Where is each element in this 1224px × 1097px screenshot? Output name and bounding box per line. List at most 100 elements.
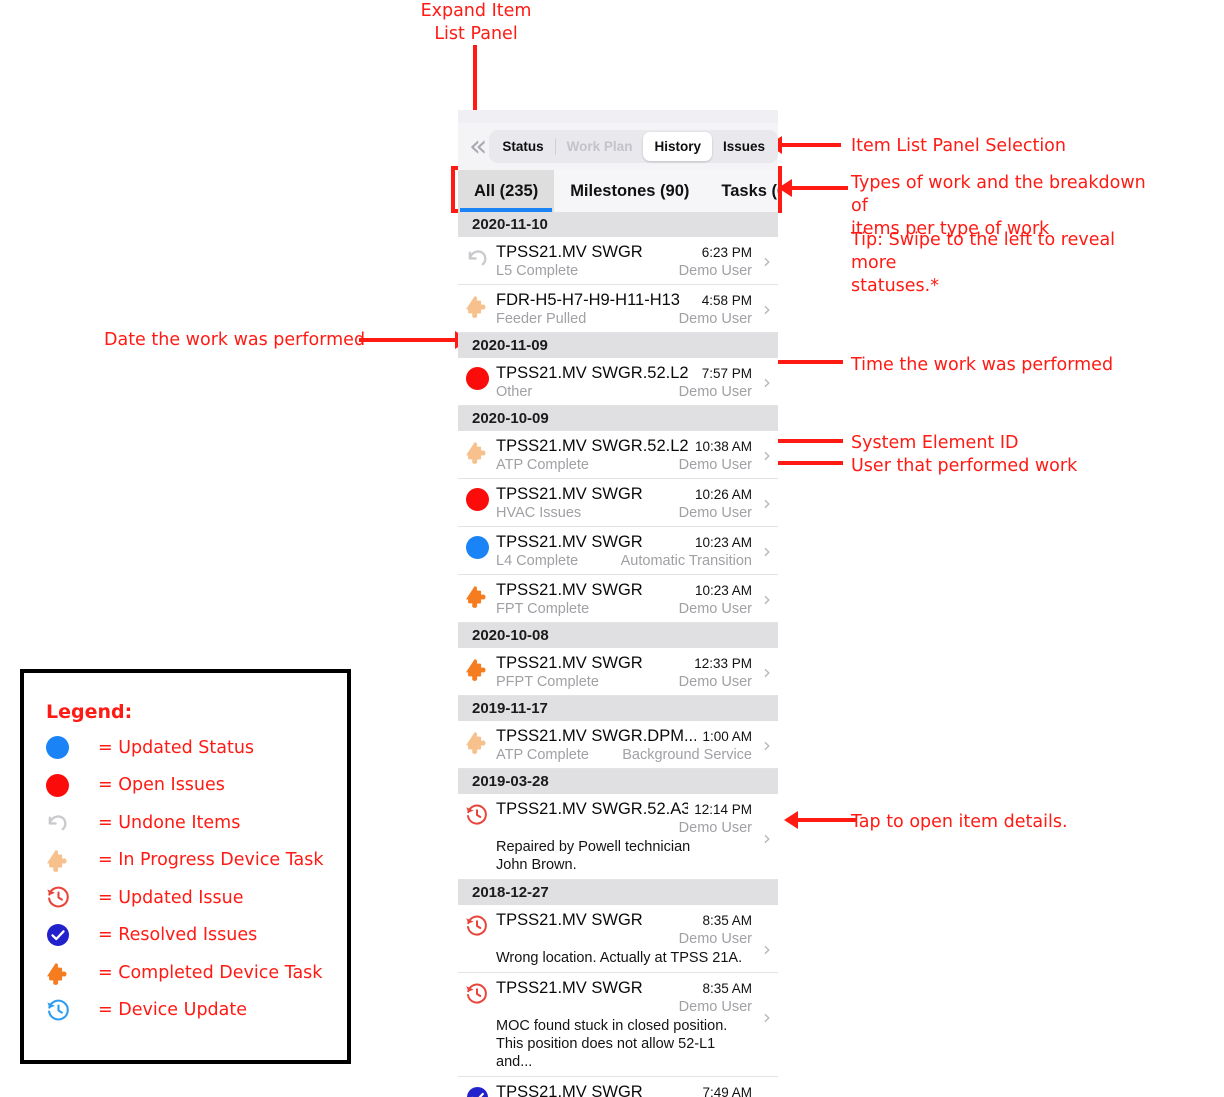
system-element-id: TPSS21.MV SWGR [496,979,643,997]
row-time: 7:49 AM [702,1085,752,1097]
row-primary-line: TPSS21.MV SWGR.52.L2 7:57 PM [496,364,752,383]
row-secondary-line: HVAC Issues Demo User [496,505,752,521]
undo-arrow-icon [46,811,98,834]
row-secondary-line: Demo User [496,820,752,836]
row-primary-line: TPSS21.MV SWGR 12:33 PM [496,654,752,673]
panel-segmented-control: Status Work Plan History Issues [489,130,778,163]
legend-item-label: = Device Update [98,1000,248,1021]
row-primary-line: TPSS21.MV SWGR.DPM... 1:00 AM [496,727,752,746]
row-user: Demo User [678,820,752,836]
tab-issues[interactable]: Issues [712,132,776,161]
row-body: TPSS21.MV SWGR 10:23 AM FPT Complete Dem… [496,581,756,617]
legend-item-updated-issue: = Updated Issue [46,879,347,917]
chevron-right-icon[interactable]: › [756,581,778,617]
row-body: TPSS21.MV SWGR.52.A3 12:14 PM Demo User … [496,800,756,874]
system-element-id: TPSS21.MV SWGR [496,654,643,672]
row-note: Wrong location. Actually at TPSS 21A. [496,950,743,966]
chevron-right-icon[interactable]: › [756,1083,778,1097]
row-time: 10:23 AM [694,583,752,598]
row-user: Demo User [678,311,752,327]
history-row[interactable]: TPSS21.MV SWGR 8:35 AM Demo User Wrong l… [458,905,778,973]
history-row[interactable]: TPSS21.MV SWGR.52.A3 12:14 PM Demo User … [458,794,778,880]
history-row[interactable]: TPSS21.MV SWGR 12:33 PM PFPT Complete De… [458,648,778,696]
row-time: 8:35 AM [702,913,752,928]
history-row[interactable]: TPSS21.MV SWGR 10:23 AM L4 Complete Auto… [458,527,778,575]
history-row[interactable]: TPSS21.MV SWGR 10:26 AM HVAC Issues Demo… [458,479,778,527]
row-user: Demo User [678,601,752,617]
row-user: Background Service [622,747,752,763]
legend-item-resolved-issues: = Resolved Issues [46,917,347,955]
row-status: L5 Complete [496,263,579,279]
legend-title: Legend: [46,701,133,723]
chevron-right-icon[interactable]: › [756,243,778,279]
history-row[interactable]: FDR-H5-H7-H9-H11-H13 4:58 PM Feeder Pull… [458,285,778,333]
row-time: 1:00 AM [702,729,752,744]
panel-top-strip [458,110,778,123]
date-group-header: 2020-10-08 [458,623,778,648]
row-user: Demo User [678,384,752,400]
chevron-right-icon[interactable]: › [756,437,778,473]
annotation-tip-label: Tip [851,230,878,250]
history-list[interactable]: 2020-11-10 TPSS21.MV SWGR 6:23 PM L5 Com… [458,212,778,1097]
chevron-right-icon[interactable]: › [756,911,778,967]
row-user: Demo User [678,931,752,947]
chevron-right-icon[interactable]: › [756,800,778,874]
tab-all[interactable]: All (235) [458,170,555,212]
row-user: Demo User [678,505,752,521]
history-row[interactable]: TPSS21.MV SWGR.52.L2 7:57 PM Other Demo … [458,358,778,406]
legend-item-label: = Undone Items [98,812,241,833]
row-body: TPSS21.MV SWGR 7:49 AM Compone... Demo U… [496,1083,756,1097]
history-row[interactable]: TPSS21.MV SWGR 6:23 PM L5 Complete Demo … [458,237,778,285]
history-row[interactable]: TPSS21.MV SWGR.DPM... 1:00 AM ATP Comple… [458,721,778,769]
chevron-right-icon[interactable]: › [756,979,778,1071]
history-row[interactable]: TPSS21.MV SWGR 10:23 AM FPT Complete Dem… [458,575,778,623]
puzzle-light-icon [458,437,496,473]
system-element-id: TPSS21.MV SWGR.52.L2 [496,364,689,382]
row-secondary-line: Demo User [496,931,752,947]
row-primary-line: TPSS21.MV SWGR.52.L2 10:38 AM [496,437,752,456]
history-row[interactable]: TPSS21.MV SWGR 8:35 AM Demo User MOC fou… [458,973,778,1077]
puzzle-light-icon [46,848,98,873]
blue-circle-icon [46,736,98,760]
row-status: ATP Complete [496,747,589,763]
tab-work-plan[interactable]: Work Plan [556,132,644,161]
row-body: TPSS21.MV SWGR 6:23 PM L5 Complete Demo … [496,243,756,279]
row-user: Demo User [678,457,752,473]
row-status: FPT Complete [496,601,590,617]
chevron-right-icon[interactable]: › [756,291,778,327]
legend-item-updated-status: = Updated Status [46,729,347,767]
red-circle-icon [458,364,496,400]
chevron-right-icon[interactable]: › [756,727,778,763]
annotation-expand-panel: Expand Item List Panel [420,1,532,44]
row-body: TPSS21.MV SWGR 10:23 AM L4 Complete Auto… [496,533,756,569]
chevron-right-icon[interactable]: › [756,485,778,521]
puzzle-orange-icon [46,961,98,985]
chevron-right-icon[interactable]: › [756,654,778,690]
annotation-line-types-of-work [790,186,848,190]
expand-collapse-icon[interactable]: « [465,129,488,164]
history-row[interactable]: TPSS21.MV SWGR.52.L2 10:38 AM ATP Comple… [458,431,778,479]
annotation-time-performed: Time the work was performed [851,355,1114,375]
row-primary-line: FDR-H5-H7-H9-H11-H13 4:58 PM [496,291,752,310]
panel-header: « Status Work Plan History Issues [458,123,778,170]
chevron-right-icon[interactable]: › [756,533,778,569]
legend-item-device-update: = Device Update [46,992,347,1030]
clock-history-red-icon [458,911,496,967]
row-primary-line: TPSS21.MV SWGR.52.A3 12:14 PM [496,800,752,819]
row-secondary-line: PFPT Complete Demo User [496,674,752,690]
red-circle-icon [46,773,98,797]
history-row[interactable]: TPSS21.MV SWGR 7:49 AM Compone... Demo U… [458,1077,778,1097]
row-user: Automatic Transition [620,553,752,569]
date-group-header: 2019-11-17 [458,696,778,721]
annotation-system-element-id: System Element ID [851,433,1019,453]
puzzle-orange-icon [458,581,496,617]
chevron-right-icon[interactable]: › [756,364,778,400]
tab-history[interactable]: History [643,132,712,161]
tab-tasks[interactable]: Tasks (62 [705,170,778,212]
row-body: TPSS21.MV SWGR.52.L2 10:38 AM ATP Comple… [496,437,756,473]
tab-status[interactable]: Status [491,132,554,161]
tab-milestones[interactable]: Milestones (90) [554,170,705,212]
row-primary-line: TPSS21.MV SWGR 10:26 AM [496,485,752,504]
system-element-id: FDR-H5-H7-H9-H11-H13 [496,291,680,309]
legend-item-undone-items: = Undone Items [46,804,347,842]
